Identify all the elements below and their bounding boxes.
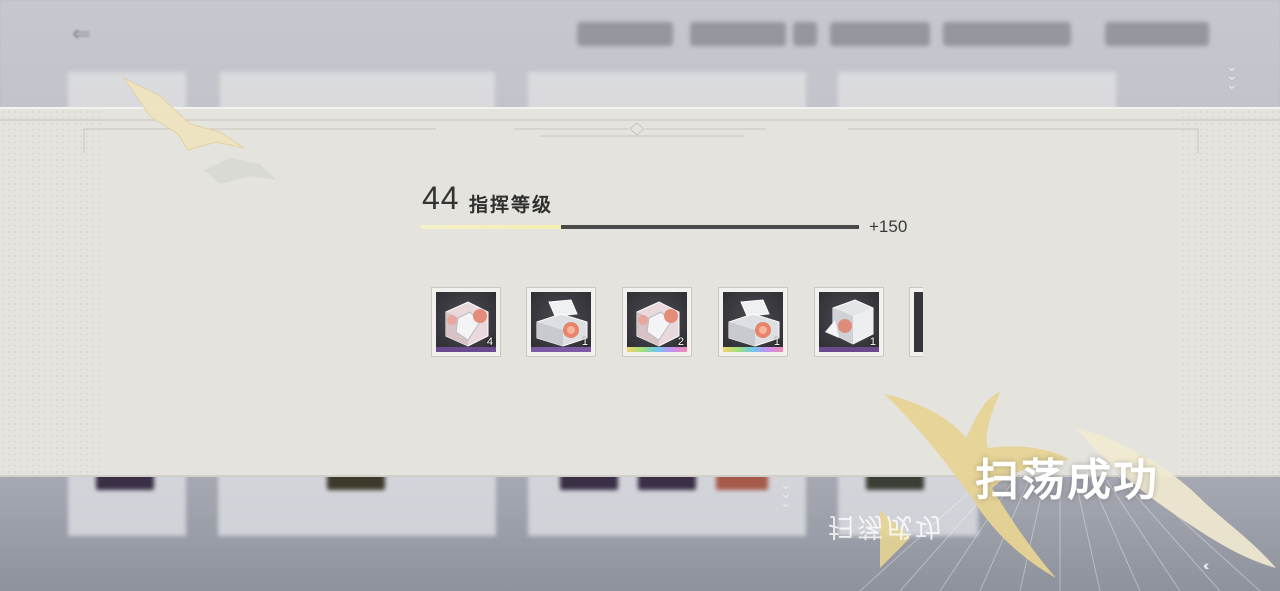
scroll-down-icon: ⌄ ⌄ ⌄ (1226, 58, 1238, 92)
reward-quantity: 1 (869, 336, 876, 348)
scroll-down-icon: ⌄ ⌄ ⌄ (780, 476, 792, 510)
reward-item[interactable]: 1 (718, 287, 788, 357)
stage-tab (220, 72, 495, 112)
bird-shadow-decoration (204, 158, 276, 184)
skip-chevrons-icon[interactable]: ‹‹ (1203, 557, 1210, 573)
sweep-success-title: 扫荡成功 (975, 455, 1159, 506)
reward-item[interactable]: 1 (526, 287, 596, 357)
stage-tab (838, 72, 1116, 112)
reward-thumbnail (914, 292, 923, 352)
reward-item-partial[interactable] (909, 287, 923, 357)
reward-quantity: 1 (581, 336, 588, 348)
golden-bird-decoration (122, 76, 245, 151)
reward-item[interactable]: 4 (431, 287, 501, 357)
commander-level-value: 44 (422, 180, 460, 216)
sweep-success-reflection: 扫荡成功 (828, 511, 945, 541)
resource-pill (830, 22, 930, 46)
reward-quantity: 4 (486, 336, 493, 348)
resource-pill (577, 22, 673, 46)
reward-quantity: 2 (677, 336, 684, 348)
resource-pill (690, 22, 786, 46)
resource-pill (793, 22, 817, 46)
resource-pill (1105, 22, 1209, 46)
reward-item[interactable]: 1 (814, 287, 884, 357)
xp-progress-fill (421, 225, 562, 229)
reward-quantity: 1 (773, 336, 780, 348)
reward-item[interactable]: 2 (622, 287, 692, 357)
xp-progress-bar (421, 225, 859, 229)
back-arrow-icon[interactable]: ⇐ (72, 22, 104, 46)
xp-gain-value: +150 (869, 217, 908, 236)
resource-pill (943, 22, 1071, 46)
commander-level-label: 指挥等级 (469, 194, 554, 216)
stage-tab (528, 72, 806, 112)
